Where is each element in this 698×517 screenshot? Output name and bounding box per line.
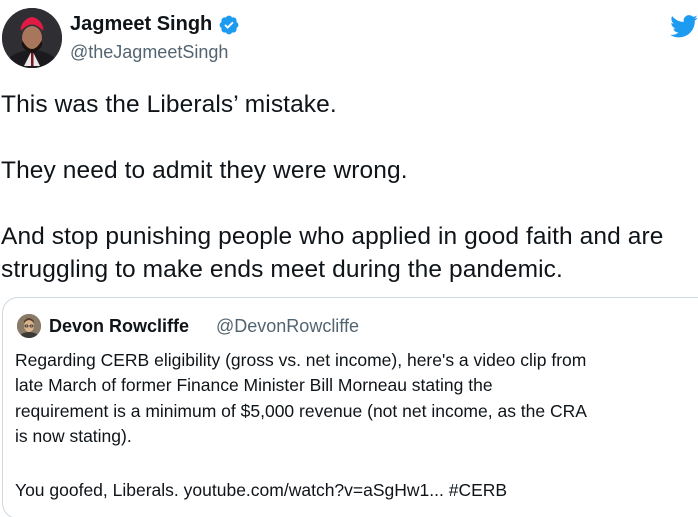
quoted-text-line: Regarding CERB eligibility (gross vs. ne… — [15, 350, 587, 370]
author-name-text[interactable]: Jagmeet Singh — [70, 13, 212, 36]
author-avatar[interactable] — [2, 8, 62, 68]
quoted-text-line: requirement is a minimum of $5,000 reven… — [15, 401, 587, 421]
twitter-bird-icon[interactable] — [668, 12, 698, 40]
quoted-author-avatar[interactable] — [17, 314, 41, 338]
tweet-text-line: struggling to make ends meet during the … — [1, 256, 563, 283]
quoted-author-name[interactable]: Devon Rowcliffe — [49, 316, 189, 337]
tweet-text-line: And stop punishing people who applied in… — [1, 223, 664, 250]
quoted-author-handle[interactable]: @DevonRowcliffe — [216, 316, 359, 337]
verified-badge-icon — [219, 15, 239, 34]
tweet-text-line: This was the Liberals’ mistake. — [1, 91, 337, 118]
quoted-avatar-image — [17, 314, 41, 338]
avatar-image — [2, 8, 62, 68]
quoted-tweet[interactable]: Devon Rowcliffe @DevonRowcliffe Regardin… — [2, 297, 698, 517]
quoted-text-line: is now stating). — [15, 426, 132, 446]
author-name[interactable]: Jagmeet Singh — [70, 13, 240, 36]
quoted-text-line: You goofed, Liberals. youtube.com/watch?… — [15, 480, 508, 500]
tweet-card[interactable]: Jagmeet Singh @theJagmeetSingh This was … — [0, 0, 698, 517]
tweet-text-line: They need to admit they were wrong. — [1, 157, 408, 184]
author-handle[interactable]: @theJagmeetSingh — [70, 42, 228, 63]
quoted-text-line: late March of former Finance Minister Bi… — [15, 375, 493, 395]
